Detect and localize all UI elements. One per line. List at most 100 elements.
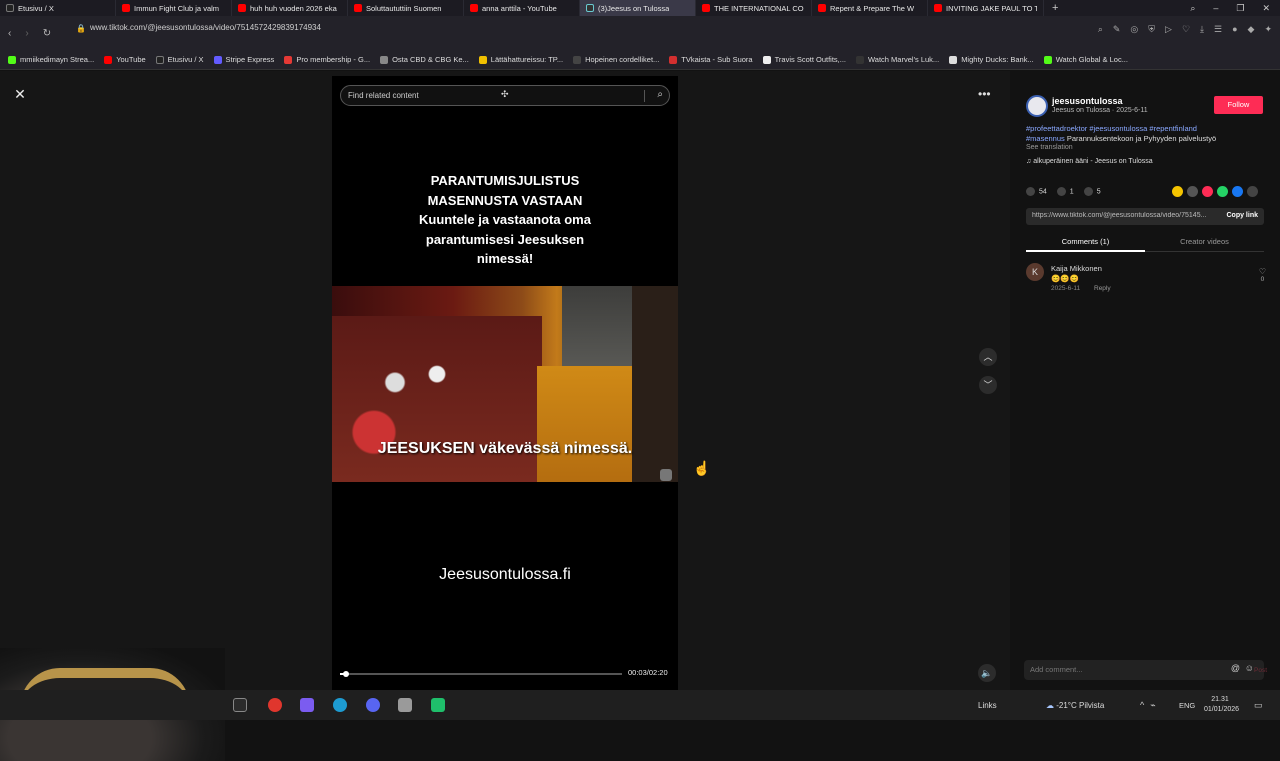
links-toolbar[interactable]: Links	[978, 701, 997, 710]
author-name[interactable]: jeesusontulossa	[1052, 96, 1123, 106]
bookmark-item[interactable]: Osta CBD & CBG Ke...	[380, 55, 469, 64]
extension-icon[interactable]: ◆	[1248, 24, 1255, 35]
tab-creator-videos[interactable]: Creator videos	[1145, 237, 1264, 246]
share-repost-icon[interactable]	[1172, 186, 1183, 197]
camera-icon[interactable]: ◎	[1130, 24, 1138, 35]
bookmark-item[interactable]: Watch Marvel's Luk...	[856, 55, 939, 64]
notifications-icon[interactable]: ▭	[1254, 700, 1263, 711]
clock[interactable]: 21.31 01/01/2026	[1204, 695, 1239, 715]
post-button[interactable]: Post	[1254, 667, 1267, 674]
forward-icon[interactable]: ›	[25, 28, 28, 39]
bookmark-item[interactable]: Stripe Express	[213, 55, 274, 64]
edge-icon[interactable]	[333, 698, 347, 712]
see-translation-link[interactable]: See translation	[1026, 144, 1073, 151]
emoji-icon[interactable]: ☺	[1245, 663, 1254, 673]
browser-tab[interactable]: INVITING JAKE PAUL TO T	[928, 0, 1044, 16]
bookmark-item[interactable]: Pro membership - G...	[284, 55, 370, 64]
bookmark-item[interactable]: Etusivu / X	[155, 55, 204, 64]
share-arrow-icon[interactable]	[1247, 186, 1258, 197]
discord-icon[interactable]	[366, 698, 380, 712]
browser-tab[interactable]: Repent & Prepare The W	[812, 0, 928, 16]
train-icon	[478, 55, 487, 64]
commenter-avatar[interactable]: K	[1026, 263, 1044, 281]
new-tab-button[interactable]: +	[1044, 2, 1066, 14]
edit-icon[interactable]: ✎	[1113, 24, 1121, 35]
add-comment-input[interactable]: Add comment... @ ☺	[1024, 660, 1264, 680]
bookmark-item[interactable]: mmiikedimayn Strea...	[8, 55, 94, 64]
opera-icon[interactable]	[268, 698, 282, 712]
hand-cursor-icon: ☝	[693, 460, 711, 476]
reply-button[interactable]: Reply	[1094, 285, 1111, 292]
page-icon	[762, 55, 771, 64]
facebook-icon[interactable]	[1232, 186, 1243, 197]
store-icon	[573, 55, 582, 64]
bookmark-item[interactable]: Hopeinen cordelliket...	[573, 55, 659, 64]
browser-tab-active[interactable]: (3)Jeesus on Tulossa	[580, 0, 696, 16]
share-link-box: https://www.tiktok.com/@jeesusontulossa/…	[1026, 208, 1264, 225]
play-icon[interactable]: ▷	[1165, 24, 1172, 35]
chevron-up-icon[interactable]: ^	[1140, 700, 1150, 710]
sheets-icon[interactable]	[431, 698, 445, 712]
embed-icon[interactable]	[1187, 186, 1198, 197]
whatsapp-icon[interactable]	[1217, 186, 1228, 197]
chevron-up-icon[interactable]: ︿	[979, 348, 997, 366]
search-icon[interactable]: ⌕	[657, 89, 663, 100]
bookmark-item[interactable]: TVkaista - Sub Suora	[669, 55, 753, 64]
tab-comments[interactable]: Comments (1)	[1026, 237, 1145, 246]
video-player[interactable]: Find related content ✣ ⌕ PARANTUMISJULIS…	[332, 76, 678, 690]
like-button[interactable]: 54	[1026, 187, 1047, 196]
browser-tab[interactable]: huh huh vuoden 2026 eka	[232, 0, 348, 16]
search-input[interactable]: Find related content ✣ ⌕	[340, 85, 670, 106]
comment-button[interactable]: 1	[1056, 187, 1074, 196]
shield-icon[interactable]: ⛨	[1148, 24, 1155, 35]
url-field[interactable]: www.tiktok.com/@jeesusontulossa/video/75…	[90, 23, 321, 32]
sound-link[interactable]: ♫ alkuperäinen ääni - Jeesus on Tulossa	[1026, 158, 1153, 165]
bookmark-item[interactable]: Travis Scott Outfits,...	[762, 55, 846, 64]
bookmark-item[interactable]: YouTube	[104, 55, 146, 64]
browser-tab[interactable]: THE INTERNATIONAL CO	[696, 0, 812, 16]
progress-handle[interactable]	[342, 671, 349, 677]
download-icon[interactable]: ⤓	[1200, 24, 1204, 35]
progress-bar[interactable]	[340, 671, 622, 677]
copilot-icon[interactable]	[300, 698, 314, 712]
language-indicator[interactable]: ENG	[1179, 701, 1195, 710]
menu-icon[interactable]: ☰	[1214, 24, 1222, 35]
comment-text: 😊😊😊	[1051, 274, 1080, 283]
more-options-icon[interactable]: •••	[978, 87, 991, 101]
mention-icon[interactable]: @	[1231, 663, 1240, 673]
minimize-icon[interactable]: –	[1213, 3, 1218, 14]
browser-tab[interactable]: anna anttila - YouTube	[464, 0, 580, 16]
x-icon	[155, 55, 164, 64]
task-view-icon[interactable]	[233, 698, 247, 712]
maximize-icon[interactable]: ❐	[1236, 3, 1244, 14]
bookmark-item[interactable]: Lättähattureissu: TP...	[478, 55, 563, 64]
reload-icon[interactable]: ↻	[43, 28, 51, 39]
commenter-name[interactable]: Kaija Mikkonen	[1051, 264, 1102, 273]
heart-icon[interactable]: ♡	[1182, 24, 1190, 35]
search-tabs-icon[interactable]: ⌕	[1190, 3, 1195, 14]
bookmark-item[interactable]: Mighty Ducks: Bank...	[949, 55, 1034, 64]
save-button[interactable]: 5	[1083, 187, 1101, 196]
comment-like[interactable]: ♡ 0	[1259, 267, 1266, 283]
weather-widget[interactable]: ☁ -21°C Pilvista	[1046, 701, 1104, 710]
chevron-down-icon[interactable]: ﹀	[979, 376, 997, 394]
settings-icon[interactable]	[398, 698, 412, 712]
account-icon[interactable]: ●	[1232, 24, 1237, 35]
share-tiktok-icon[interactable]	[1202, 186, 1213, 197]
copy-link-button[interactable]: Copy link	[1226, 212, 1258, 219]
close-window-icon[interactable]: ✕	[1262, 3, 1270, 14]
avatar[interactable]	[1026, 95, 1048, 117]
youtube-icon	[818, 4, 826, 12]
follow-button[interactable]: Follow	[1214, 96, 1263, 114]
back-icon[interactable]: ‹	[8, 28, 11, 39]
browser-tab[interactable]: Soluttaututtiin Suomen	[348, 0, 464, 16]
browser-tab[interactable]: Etusivu / X	[0, 0, 116, 16]
zoom-icon[interactable]: ⌕	[1098, 24, 1103, 35]
bookmark-item[interactable]: Watch Global & Loc...	[1043, 55, 1128, 64]
close-icon[interactable]: ✕	[12, 86, 28, 102]
network-icon[interactable]: ⌁	[1150, 700, 1161, 710]
volume-icon[interactable]: 🔈	[978, 664, 996, 682]
browser-tab[interactable]: Immun Fight Club ja valm	[116, 0, 232, 16]
ai-icon[interactable]: ✦	[1264, 24, 1272, 35]
video-description: #profeettadroektor #jeesusontulossa #rep…	[1026, 124, 1217, 143]
